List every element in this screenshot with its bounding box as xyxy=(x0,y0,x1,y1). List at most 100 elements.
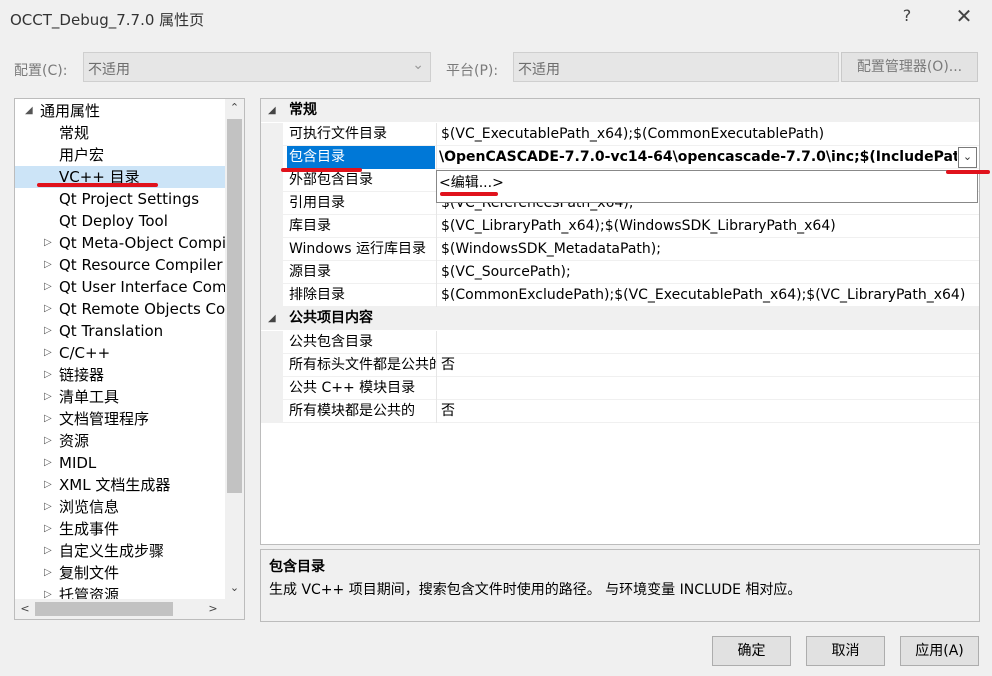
property-row-all-headers-public[interactable]: 所有标头文件都是公共的 否 xyxy=(261,354,979,377)
expander-collapsed-icon[interactable]: ▷ xyxy=(44,452,52,474)
annotation-underline xyxy=(37,183,158,187)
tree-vertical-scrollbar[interactable]: ⌃ ⌄ xyxy=(225,99,244,599)
expander-expanded-icon[interactable]: ◢ xyxy=(25,100,33,122)
tree-item-copy-file[interactable]: ▷ 复制文件 xyxy=(15,562,225,584)
expander-collapsed-icon[interactable]: ▷ xyxy=(44,342,52,364)
property-name: Windows 运行库目录 xyxy=(289,241,426,257)
property-value[interactable]: $(WindowsSDK_MetadataPath); xyxy=(436,238,979,261)
tree-item-xdc[interactable]: ▷ 文档管理程序 xyxy=(15,408,225,430)
tree-item-qt-uic[interactable]: ▷ Qt User Interface Compiler xyxy=(15,276,244,298)
tree-item-qt-remote-objects[interactable]: ▷ Qt Remote Objects Compiler xyxy=(15,298,244,320)
property-row-public-cpp-module-dirs[interactable]: 公共 C++ 模块目录 xyxy=(261,377,979,400)
tree-item-c-cpp[interactable]: ▷ C/C++ xyxy=(15,342,225,364)
tree-item-manifest-tool[interactable]: ▷ 清单工具 xyxy=(15,386,225,408)
tree-item-user-macros[interactable]: 用户宏 xyxy=(15,144,225,166)
scroll-thumb[interactable] xyxy=(35,602,173,616)
property-name: 公共 C++ 模块目录 xyxy=(289,380,416,396)
scroll-left-icon[interactable]: < xyxy=(17,599,33,619)
expander-collapsed-icon[interactable]: ▷ xyxy=(44,474,52,496)
tree-item-custom-build-step[interactable]: ▷ 自定义生成步骤 xyxy=(15,540,225,562)
property-value[interactable]: $(VC_ExecutablePath_x64);$(CommonExecuta… xyxy=(436,123,979,146)
tree-item-qt-translation[interactable]: ▷ Qt Translation xyxy=(15,320,225,342)
value-dropdown-button[interactable]: ⌄ xyxy=(958,147,977,168)
expander-collapsed-icon[interactable]: ▷ xyxy=(44,232,52,254)
property-value[interactable] xyxy=(436,331,979,354)
apply-button[interactable]: 应用(A) xyxy=(900,636,979,666)
category-label: 常规 xyxy=(289,102,317,118)
property-value[interactable] xyxy=(436,377,979,400)
collapse-icon[interactable]: ◢ xyxy=(268,99,276,122)
tree-item-qt-deploy-tool[interactable]: Qt Deploy Tool xyxy=(15,210,225,232)
property-value[interactable]: $(VC_SourcePath); xyxy=(436,261,979,284)
tree-item-qt-project-settings[interactable]: Qt Project Settings xyxy=(15,188,225,210)
expander-collapsed-icon[interactable]: ▷ xyxy=(44,408,52,430)
tree-horizontal-scrollbar[interactable]: < > xyxy=(15,599,225,619)
close-icon[interactable]: ✕ xyxy=(950,4,978,32)
expander-collapsed-icon[interactable]: ▷ xyxy=(44,540,52,562)
tree-item-qt-rcc[interactable]: ▷ Qt Resource Compiler xyxy=(15,254,225,276)
expander-collapsed-icon[interactable]: ▷ xyxy=(44,562,52,584)
ok-button[interactable]: 确定 xyxy=(712,636,791,666)
property-name: 引用目录 xyxy=(289,195,345,211)
tree-item-midl[interactable]: ▷ MIDL xyxy=(15,452,225,474)
expander-collapsed-icon[interactable]: ▷ xyxy=(44,254,52,276)
tree-item-common-properties[interactable]: ◢ 通用属性 xyxy=(15,100,225,122)
config-combo[interactable]: 不适用 ⌄ xyxy=(83,52,431,82)
category-public-project-content[interactable]: ◢ 公共项目内容 xyxy=(261,307,979,330)
property-name: 所有标头文件都是公共的 xyxy=(289,357,437,373)
expander-collapsed-icon[interactable]: ▷ xyxy=(44,320,52,342)
property-tree[interactable]: ◢ 通用属性 常规 用户宏 VC++ 目录 Qt Project Setting… xyxy=(14,98,245,620)
expander-collapsed-icon[interactable]: ▷ xyxy=(44,386,52,408)
expander-collapsed-icon[interactable]: ▷ xyxy=(44,364,52,386)
tree-item-browse-info[interactable]: ▷ 浏览信息 xyxy=(15,496,225,518)
scroll-down-icon[interactable]: ⌄ xyxy=(225,579,244,597)
property-grid[interactable]: ◢ 常规 可执行文件目录 $(VC_ExecutablePath_x64);$(… xyxy=(260,98,980,545)
cancel-button[interactable]: 取消 xyxy=(806,636,885,666)
tree-item-managed-resources[interactable]: ▷ 托管资源 xyxy=(15,584,225,599)
annotation-underline xyxy=(281,168,362,172)
expander-collapsed-icon[interactable]: ▷ xyxy=(44,518,52,540)
property-value[interactable]: 否 xyxy=(436,400,979,423)
property-row-library-dirs[interactable]: 库目录 $(VC_LibraryPath_x64);$(WindowsSDK_L… xyxy=(261,215,979,238)
category-general[interactable]: ◢ 常规 xyxy=(261,99,979,122)
expander-collapsed-icon[interactable]: ▷ xyxy=(44,496,52,518)
property-value[interactable]: $(CommonExcludePath);$(VC_ExecutablePath… xyxy=(436,284,979,307)
scroll-thumb[interactable] xyxy=(227,119,242,493)
tree-item-xml-doc[interactable]: ▷ XML 文档生成器 xyxy=(15,474,225,496)
property-value-input[interactable]: \OpenCASCADE-7.7.0-vc14-64\opencascade-7… xyxy=(436,146,957,169)
tree-item-label: 自定义生成步骤 xyxy=(59,542,165,560)
expander-collapsed-icon[interactable]: ▷ xyxy=(44,298,52,320)
tree-item-general[interactable]: 常规 xyxy=(15,122,225,144)
property-name: 外部包含目录 xyxy=(289,172,373,188)
tree-item-label: Qt Resource Compiler xyxy=(59,256,223,274)
scroll-right-icon[interactable]: > xyxy=(205,599,221,619)
expander-collapsed-icon[interactable]: ▷ xyxy=(44,584,52,599)
property-row-winrt-library-dirs[interactable]: Windows 运行库目录 $(WindowsSDK_MetadataPath)… xyxy=(261,238,979,261)
collapse-icon[interactable]: ◢ xyxy=(268,307,276,330)
property-row-executable-dirs[interactable]: 可执行文件目录 $(VC_ExecutablePath_x64);$(Commo… xyxy=(261,123,979,146)
property-name: 公共包含目录 xyxy=(289,334,373,350)
property-value[interactable]: 否 xyxy=(436,354,979,377)
property-name: 源目录 xyxy=(289,264,331,280)
configuration-manager-button[interactable]: 配置管理器(O)... xyxy=(841,52,978,82)
platform-combo[interactable]: 不适用 xyxy=(513,52,839,82)
tree-item-qt-moc[interactable]: ▷ Qt Meta-Object Compiler xyxy=(15,232,244,254)
tree-item-build-events[interactable]: ▷ 生成事件 xyxy=(15,518,225,540)
tree-item-linker[interactable]: ▷ 链接器 xyxy=(15,364,225,386)
property-value[interactable]: $(VC_LibraryPath_x64);$(WindowsSDK_Libra… xyxy=(436,215,979,238)
scroll-up-icon[interactable]: ⌃ xyxy=(225,99,244,117)
expander-collapsed-icon[interactable]: ▷ xyxy=(44,430,52,452)
property-name: 所有模块都是公共的 xyxy=(289,403,415,419)
property-row-exclude-dirs[interactable]: 排除目录 $(CommonExcludePath);$(VC_Executabl… xyxy=(261,284,979,307)
tree-item-label: MIDL xyxy=(59,454,97,472)
property-row-all-modules-public[interactable]: 所有模块都是公共的 否 xyxy=(261,400,979,423)
dropdown-list[interactable]: <编辑...> xyxy=(436,170,978,203)
category-label: 公共项目内容 xyxy=(289,310,373,326)
property-row-public-include-dirs[interactable]: 公共包含目录 xyxy=(261,331,979,354)
help-icon[interactable]: ? xyxy=(896,6,918,30)
dropdown-option-edit[interactable]: <编辑...> xyxy=(439,173,504,193)
property-row-source-dirs[interactable]: 源目录 $(VC_SourcePath); xyxy=(261,261,979,284)
property-row-include-dirs[interactable]: 包含目录 \OpenCASCADE-7.7.0-vc14-64\opencasc… xyxy=(261,146,979,169)
tree-item-resources[interactable]: ▷ 资源 xyxy=(15,430,225,452)
expander-collapsed-icon[interactable]: ▷ xyxy=(44,276,52,298)
